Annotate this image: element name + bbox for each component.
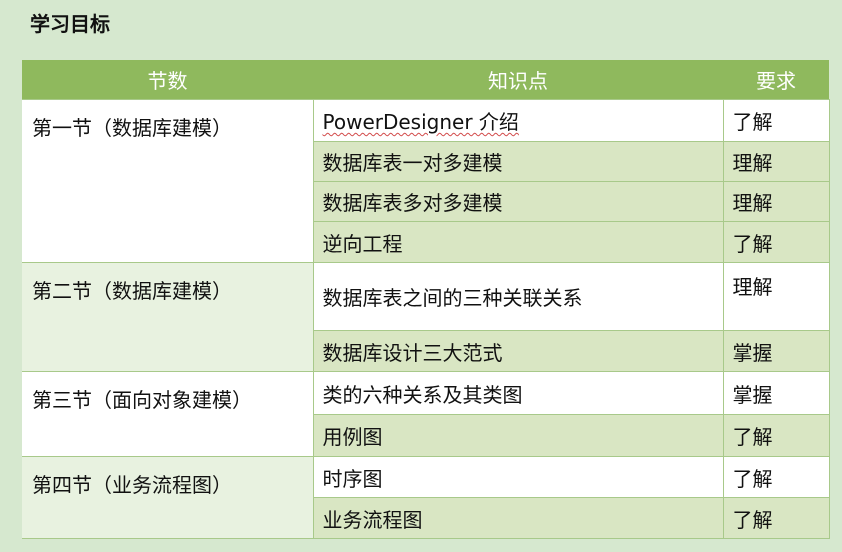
section-name: 第二节（数据库建模）	[22, 262, 314, 372]
requirement-cell: 理解	[722, 141, 830, 182]
topic-cell: 时序图	[312, 456, 724, 498]
requirement-cell: 了解	[722, 99, 830, 142]
requirement-cell: 理解	[722, 262, 830, 331]
requirement-cell: 掌握	[722, 330, 830, 372]
table-row: 第二节（数据库建模） 数据库表之间的三种关联关系 理解	[22, 262, 830, 372]
learning-goals-table: 节数 知识点 要求 第一节（数据库建模） PowerDesigner 介绍 了解…	[22, 60, 830, 539]
requirement-cell: 掌握	[722, 371, 830, 415]
topic-cell: 业务流程图	[312, 497, 724, 539]
topic-text: PowerDesigner 介绍	[322, 110, 519, 134]
section-name: 第一节（数据库建模）	[22, 99, 314, 263]
header-section: 节数	[22, 60, 313, 100]
table-row: 第四节（业务流程图） 时序图 了解	[22, 456, 830, 539]
topic-cell: 数据库设计三大范式	[312, 330, 724, 372]
requirement-cell: 理解	[722, 181, 830, 222]
table-row: 第一节（数据库建模） PowerDesigner 介绍 了解	[22, 99, 830, 263]
section-name: 第三节（面向对象建模）	[22, 371, 314, 457]
topic-cell: 用例图	[312, 414, 724, 457]
page-title: 学习目标	[30, 12, 110, 36]
section-name: 第四节（业务流程图）	[22, 456, 314, 539]
header-topic: 知识点	[313, 60, 723, 100]
topic-cell: 数据库表之间的三种关联关系	[312, 262, 724, 331]
topic-cell: 数据库表多对多建模	[312, 181, 724, 222]
table-header-row: 节数 知识点 要求	[22, 60, 829, 100]
topic-cell: 逆向工程	[312, 221, 724, 263]
topic-cell: 类的六种关系及其类图	[312, 371, 724, 415]
requirement-cell: 了解	[722, 414, 830, 457]
requirement-cell: 了解	[722, 221, 830, 263]
topic-cell: 数据库表一对多建模	[312, 141, 724, 182]
header-requirement: 要求	[723, 60, 829, 100]
requirement-cell: 了解	[722, 497, 830, 539]
table-row: 第三节（面向对象建模） 类的六种关系及其类图 掌握	[22, 371, 830, 457]
requirement-cell: 了解	[722, 456, 830, 498]
topic-cell: PowerDesigner 介绍	[312, 99, 724, 142]
